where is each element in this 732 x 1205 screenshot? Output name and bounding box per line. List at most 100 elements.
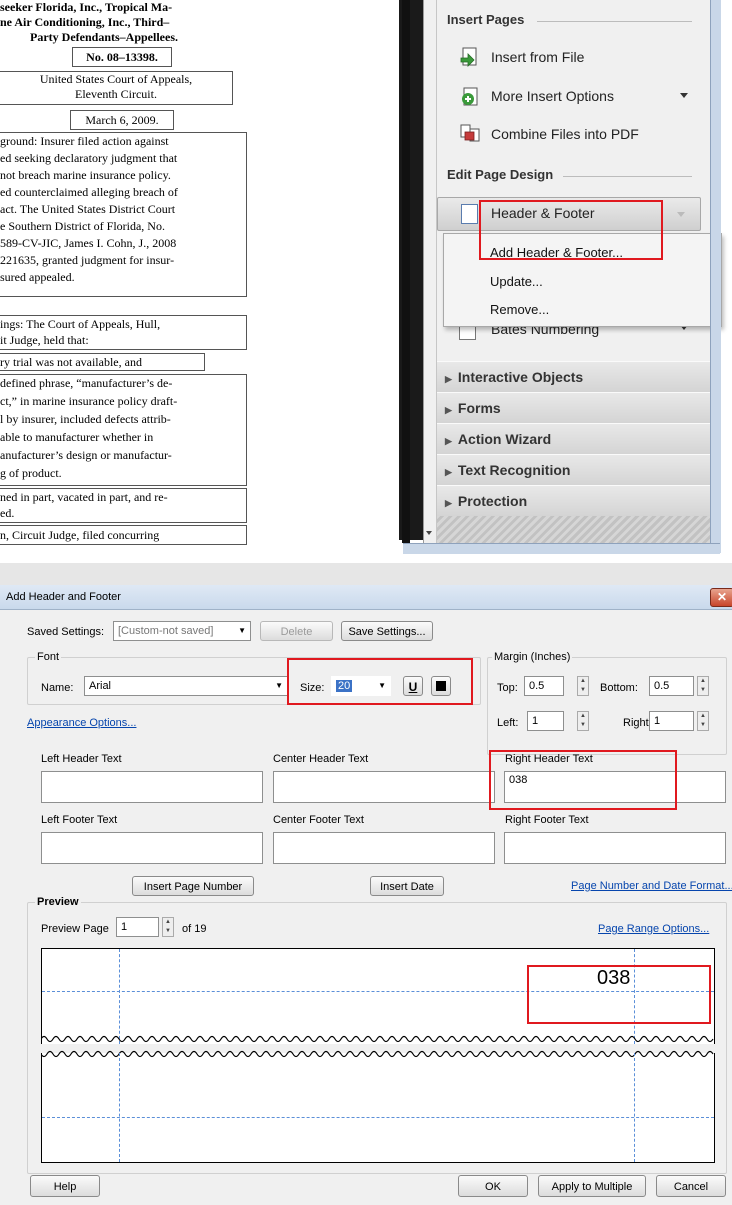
doc-line: able to manufacturer whether in [0,430,154,444]
preview-page-label: Preview Page [41,923,109,935]
highlight-box [479,200,663,260]
court-line: Eleventh Circuit. [75,87,157,102]
saved-settings-select[interactable]: [Custom-not saved] ▼ [113,621,251,641]
center-footer-label: Center Footer Text [273,814,364,826]
saved-settings-value: [Custom-not saved] [118,625,214,637]
scroll-down-icon[interactable] [426,531,432,535]
margin-left-input[interactable]: 1 [527,711,564,731]
saved-settings-label: Saved Settings: [27,626,105,638]
menu-item-remove[interactable]: Remove... [490,302,549,317]
panel-scrollbar[interactable] [424,0,437,543]
margin-group-label: Margin (Inches) [492,651,573,663]
font-name-value: Arial [89,680,112,692]
right-footer-label: Right Footer Text [505,814,589,826]
doc-line: g of product. [0,466,62,480]
center-header-input[interactable] [273,771,495,803]
page-number-date-format-link[interactable]: Page Number and Date Format... [571,880,732,892]
torn-edge [41,1050,714,1058]
save-settings-button[interactable]: Save Settings... [341,621,433,641]
holdings-box: ings: The Court of Appeals, Hull, it Jud… [0,315,247,350]
left-header-label: Left Header Text [41,753,122,765]
delete-button[interactable]: Delete [260,621,333,641]
cancel-button[interactable]: Cancel [656,1175,726,1197]
margin-left-spinner[interactable]: ▲ ▼ [577,711,589,731]
combine-files[interactable]: Combine Files into PDF [491,126,639,142]
doc-line: ed. [0,506,15,520]
appearance-options-link[interactable]: Appearance Options... [27,717,136,729]
margin-top-label: Top: [497,682,518,694]
font-name-select[interactable]: Arial ▼ [84,676,288,696]
section-interactive-objects[interactable]: ▶ Interactive Objects [436,361,710,393]
chevron-down-icon[interactable] [677,212,685,217]
doc-line: Party Defendants–Appellees. [30,30,178,44]
doc-line: ct,” in marine insurance policy draft- [0,394,178,408]
more-insert-options[interactable]: More Insert Options [491,88,614,104]
center-header-label: Center Header Text [273,753,369,765]
dialog-title: Add Header and Footer [6,591,121,603]
doc-line: ground: Insurer filed action against [0,134,169,148]
margin-guide [119,949,120,1044]
section-text-recognition[interactable]: ▶ Text Recognition [436,454,710,486]
doc-line: sured appealed. [0,270,75,284]
more-insert-icon [459,86,481,108]
doc-line: defined phrase, “manufacturer’s de- [0,376,173,390]
margin-bottom-spinner[interactable]: ▲ ▼ [697,676,709,696]
acrobat-window: seeker Florida, Inc., Tropical Ma- ne Ai… [0,0,732,563]
divider [563,176,692,177]
dialog-titlebar: Add Header and Footer ✕ [0,585,732,610]
margin-bottom-input[interactable]: 0.5 [649,676,694,696]
margin-right-spinner[interactable]: ▲ ▼ [697,711,709,731]
insert-page-number-button[interactable]: Insert Page Number [132,876,254,896]
doc-line: 589-CV-JIC, James I. Cohn, J., 2008 [0,236,177,250]
left-footer-input[interactable] [41,832,263,864]
frame-edge [402,0,410,543]
highlight-box [527,965,711,1024]
chevron-down-icon[interactable] [680,93,688,98]
page-range-options-link[interactable]: Page Range Options... [598,923,709,935]
section-protection[interactable]: ▶ Protection [436,485,710,517]
doc-line: not breach marine insurance policy. [0,168,171,182]
doc-line: 221635, granted judgment for insur- [0,253,175,267]
doc-line: ned in part, vacated in part, and re- [0,490,168,504]
margin-group [487,657,727,755]
menu-item-update[interactable]: Update... [490,274,543,289]
section-forms[interactable]: ▶ Forms [436,392,710,424]
doc-line: anufacturer’s design or manufactur- [0,448,172,462]
doc-line: ed counterclaimed alleging breach of [0,185,178,199]
combine-files-icon [459,122,481,144]
doc-line: l by insurer, included defects attrib- [0,412,171,426]
ok-button[interactable]: OK [458,1175,528,1197]
insert-date-button[interactable]: Insert Date [370,876,444,896]
court-box: United States Court of Appeals, Eleventh… [0,71,233,105]
margin-top-input[interactable]: 0.5 [524,676,564,696]
holding-one: ry trial was not available, and [0,353,205,371]
margin-bottom-label: Bottom: [600,682,638,694]
section-label: Action Wizard [457,431,552,447]
left-footer-label: Left Footer Text [41,814,118,826]
preview-footer-page [41,1050,715,1163]
doc-line: act. The United States District Court [0,202,176,216]
margin-guide [634,1053,635,1162]
doc-line: seeker Florida, Inc., Tropical Ma- [0,0,173,14]
preview-page-input[interactable]: 1 [116,917,159,937]
margin-top-spinner[interactable]: ▲ ▼ [577,676,589,696]
close-icon[interactable]: ✕ [710,588,732,607]
help-button[interactable]: Help [30,1175,100,1197]
margin-right-input[interactable]: 1 [649,711,694,731]
margin-guide [119,1053,120,1162]
background-box: ground: Insurer filed action against ed … [0,132,247,297]
left-header-input[interactable] [41,771,263,803]
center-footer-input[interactable] [273,832,495,864]
disposition-box: ned in part, vacated in part, and re- ed… [0,488,247,523]
divider [537,21,692,22]
apply-to-multiple-button[interactable]: Apply to Multiple [538,1175,646,1197]
font-group-label: Font [35,651,62,663]
preview-page-spinner[interactable]: ▲ ▼ [162,917,174,937]
insert-from-file[interactable]: Insert from File [491,49,584,65]
section-action-wizard[interactable]: ▶ Action Wizard [436,423,710,455]
margin-left-label: Left: [497,717,519,729]
doc-line: it Judge, held that: [0,333,89,347]
preview-group-label: Preview [35,896,81,908]
window-frame-bottom [403,543,720,554]
right-footer-input[interactable] [504,832,726,864]
